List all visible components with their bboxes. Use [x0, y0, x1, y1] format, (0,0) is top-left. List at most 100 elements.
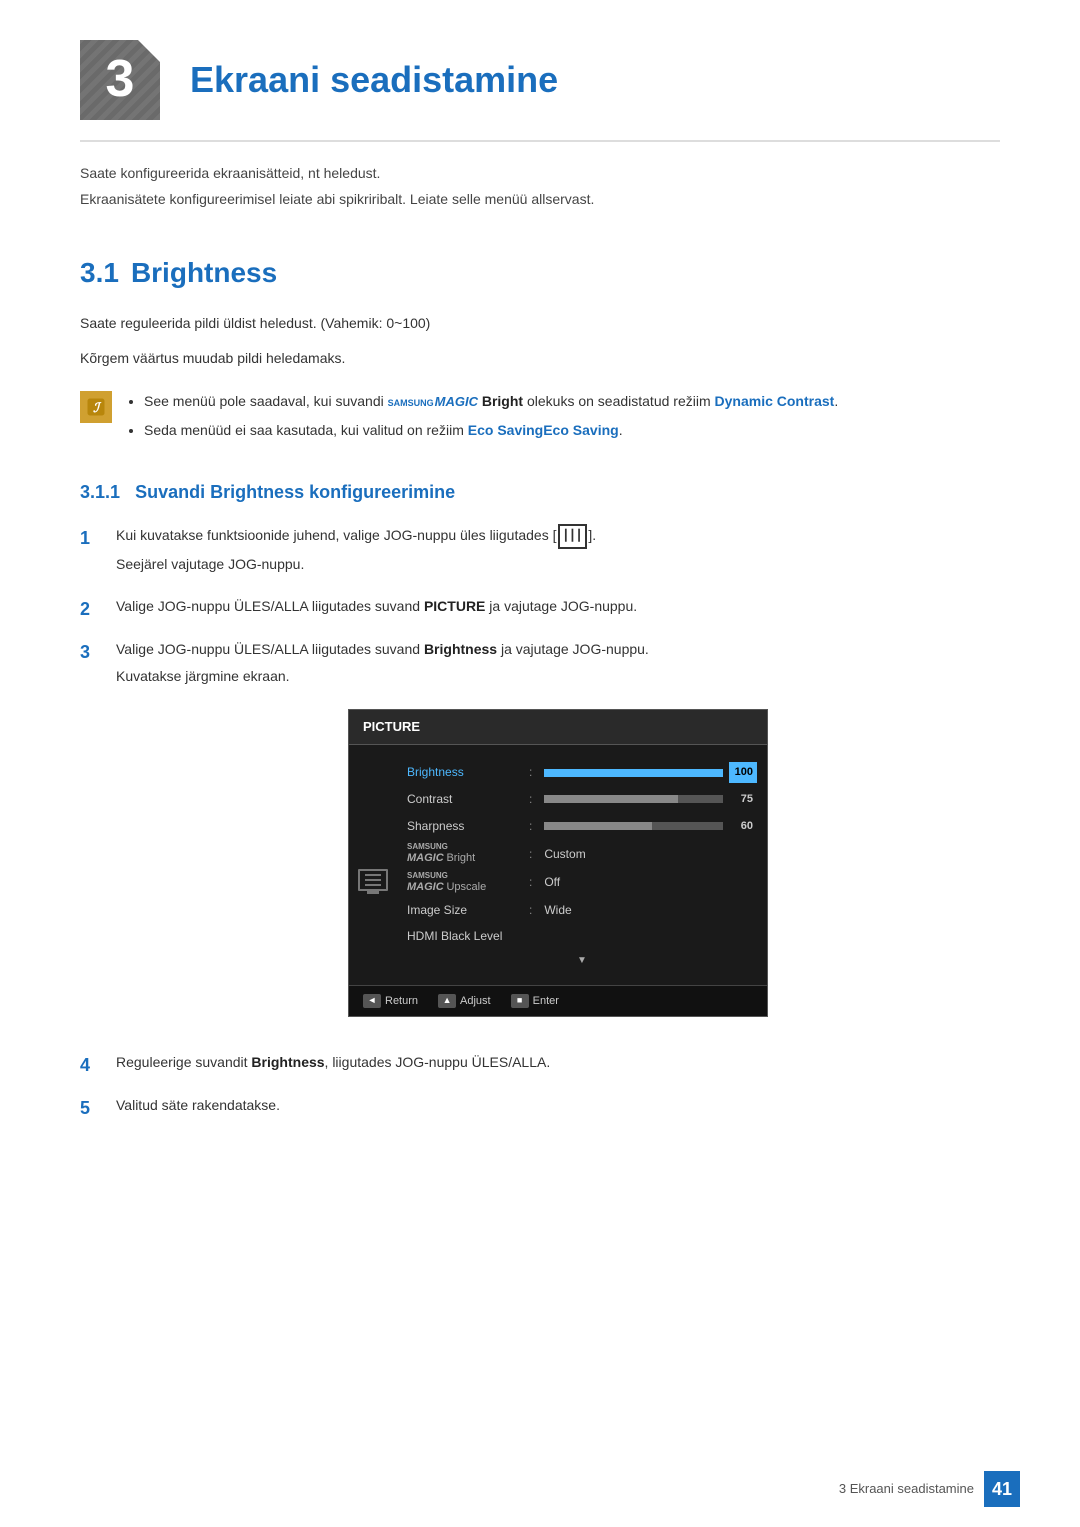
section-31-label: Brightness — [131, 251, 277, 296]
osd-footer-return-label: Return — [385, 992, 418, 1011]
step5-text: Valitud säte rakendatakse. — [116, 1097, 280, 1113]
osd-label-hdmi: HDMI Black Level — [407, 926, 517, 946]
osd-footer-return: ◄ Return — [363, 992, 418, 1011]
osd-monitor-icon — [349, 755, 397, 974]
subsection-311-number: 3.1.1 — [80, 482, 120, 502]
osd-bar-sharpness: 60 — [544, 816, 757, 837]
chapter-description: Saate konfigureerida ekraanisätteid, nt … — [80, 162, 1000, 211]
osd-value-sharpness: 60 — [729, 816, 757, 837]
osd-row-hdmi: HDMI Black Level — [397, 923, 767, 949]
samsung-magic-brand: SAMSUNGMAGIC — [388, 390, 478, 413]
note2-start: Seda menüüd ei saa kasutada, kui valitud… — [144, 422, 464, 438]
note-bullet-2: Seda menüüd ei saa kasutada, kui valitud… — [144, 418, 838, 443]
osd-value-image-size: Wide — [544, 900, 571, 920]
step-2-text: Valige JOG-nuppu ÜLES/ALLA liigutades su… — [116, 595, 1000, 619]
osd-row-brightness: Brightness : 100 — [397, 759, 767, 786]
step4-post: , liigutades JOG-nuppu ÜLES/ALLA. — [325, 1054, 551, 1070]
osd-label-sharpness: Sharpness — [407, 816, 517, 836]
step-5-number: 5 — [80, 1094, 104, 1123]
osd-screenshot: PICTURE — [348, 709, 768, 1017]
note1-bright: Bright — [482, 393, 527, 409]
chapter-header: 3 Ekraani seadistamine — [80, 40, 1000, 142]
footer-chapter-ref: 3 Ekraani seadistamine — [839, 1479, 974, 1500]
enter-icon: ■ — [511, 994, 529, 1008]
chapter-number-box: 3 — [80, 40, 160, 120]
osd-footer-enter: ■ Enter — [511, 992, 559, 1011]
osd-label-magic-bright: SAMSUNG MAGIC Bright — [407, 842, 517, 865]
osd-label-brightness: Brightness — [407, 762, 517, 782]
steps-list: 1 Kui kuvatakse funktsioonide juhend, va… — [80, 524, 1000, 1123]
osd-menu: Brightness : 100 — [397, 755, 767, 974]
page-footer: 3 Ekraani seadistamine 41 — [839, 1471, 1020, 1507]
note1-end: . — [834, 393, 838, 409]
section-31-number: 3.1 — [80, 251, 119, 296]
osd-body: Brightness : 100 — [349, 745, 767, 984]
step1-text1: Kui kuvatakse funktsioonide juhend, vali… — [116, 527, 557, 543]
osd-row-sharpness: Sharpness : 60 — [397, 813, 767, 840]
step3-pre: Valige JOG-nuppu ÜLES/ALLA liigutades su… — [116, 641, 424, 657]
step-2-number: 2 — [80, 595, 104, 624]
step-3: 3 Valige JOG-nuppu ÜLES/ALLA liigutades … — [80, 638, 1000, 1038]
step-1: 1 Kui kuvatakse funktsioonide juhend, va… — [80, 524, 1000, 580]
page-container: 3 Ekraani seadistamine Saate konfigureer… — [0, 0, 1080, 1527]
chapter-title-block: Ekraani seadistamine — [190, 51, 558, 109]
osd-footer-enter-label: Enter — [533, 992, 559, 1011]
osd-label-contrast: Contrast — [407, 789, 517, 809]
step3-sub: Kuvatakse järgmine ekraan. — [116, 665, 1000, 689]
step-5: 5 Valitud säte rakendatakse. — [80, 1094, 1000, 1123]
section-31-title: 3.1 Brightness — [80, 251, 1000, 296]
subsection-311-title: 3.1.1 Suvandi Brightness konfigureerimin… — [80, 478, 1000, 507]
note-bullet-1: See menüü pole saadaval, kui suvandi SAM… — [144, 389, 838, 414]
step-4-text: Reguleerige suvandit Brightness, liiguta… — [116, 1051, 1000, 1075]
page-number: 41 — [984, 1471, 1020, 1507]
osd-row-contrast: Contrast : 75 — [397, 786, 767, 813]
step4-pre: Reguleerige suvandit — [116, 1054, 251, 1070]
note2-end: . — [619, 422, 623, 438]
section-31-body1: Saate reguleerida pildi üldist heledust.… — [80, 312, 1000, 336]
step2-picture: PICTURE — [424, 598, 485, 614]
step3-post: ja vajutage JOG-nuppu. — [497, 641, 649, 657]
note-bullets: See menüü pole saadaval, kui suvandi SAM… — [126, 389, 838, 447]
section-31-body2: Kõrgem väärtus muudab pildi heledamaks. — [80, 347, 1000, 371]
osd-value-contrast: 75 — [729, 789, 757, 810]
osd-value-magic-upscale: Off — [544, 872, 560, 892]
osd-value-brightness: 100 — [729, 762, 757, 783]
step-4: 4 Reguleerige suvandit Brightness, liigu… — [80, 1051, 1000, 1080]
step-1-text: Kui kuvatakse funktsioonide juhend, vali… — [116, 524, 1000, 580]
chapter-desc-2: Ekraanisätete konfigureerimisel leiate a… — [80, 188, 1000, 210]
osd-label-magic-upscale: SAMSUNG MAGIC Upscale — [407, 871, 517, 894]
note2-eco-saving: Eco Saving — [468, 422, 543, 438]
osd-footer: ◄ Return ▲ Adjust ■ Enter — [349, 985, 767, 1017]
osd-footer-adjust-label: Adjust — [460, 992, 491, 1011]
jog-icon: ┃┃┃ — [558, 524, 588, 549]
step-2: 2 Valige JOG-nuppu ÜLES/ALLA liigutades … — [80, 595, 1000, 624]
osd-footer-adjust: ▲ Adjust — [438, 992, 491, 1011]
step4-brightness: Brightness — [251, 1054, 324, 1070]
step-4-number: 4 — [80, 1051, 104, 1080]
subsection-311-label: Suvandi Brightness konfigureerimine — [135, 482, 455, 502]
osd-bar-brightness: 100 — [544, 762, 757, 783]
chapter-title: Ekraani seadistamine — [190, 51, 558, 109]
step-3-number: 3 — [80, 638, 104, 667]
osd-title: PICTURE — [349, 710, 767, 745]
osd-bar-contrast: 75 — [544, 789, 757, 810]
chapter-desc-1: Saate konfigureerida ekraanisätteid, nt … — [80, 162, 1000, 184]
osd-row-image-size: Image Size : Wide — [397, 897, 767, 923]
step3-brightness: Brightness — [424, 641, 497, 657]
osd-label-image-size: Image Size — [407, 900, 517, 920]
osd-row-magic-bright: SAMSUNG MAGIC Bright : Custom — [397, 839, 767, 868]
return-icon: ◄ — [363, 994, 381, 1008]
step2-post: ja vajutage JOG-nuppu. — [485, 598, 637, 614]
note-icon: ℐ — [80, 391, 112, 423]
step1-text3: Seejärel vajutage JOG-nuppu. — [116, 553, 1000, 577]
step1-text2: ]. — [588, 527, 596, 543]
note1-mid: olekuks on seadistatud režiim — [527, 393, 711, 409]
step-5-text: Valitud säte rakendatakse. — [116, 1094, 1000, 1118]
osd-scroll-indicator: ▼ — [397, 950, 767, 971]
osd-row-magic-upscale: SAMSUNG MAGIC Upscale : Off — [397, 868, 767, 897]
step-1-number: 1 — [80, 524, 104, 553]
adjust-icon: ▲ — [438, 994, 456, 1008]
osd-value-magic-bright: Custom — [544, 844, 585, 864]
chapter-number: 3 — [106, 40, 135, 120]
step2-pre: Valige JOG-nuppu ÜLES/ALLA liigutades su… — [116, 598, 424, 614]
